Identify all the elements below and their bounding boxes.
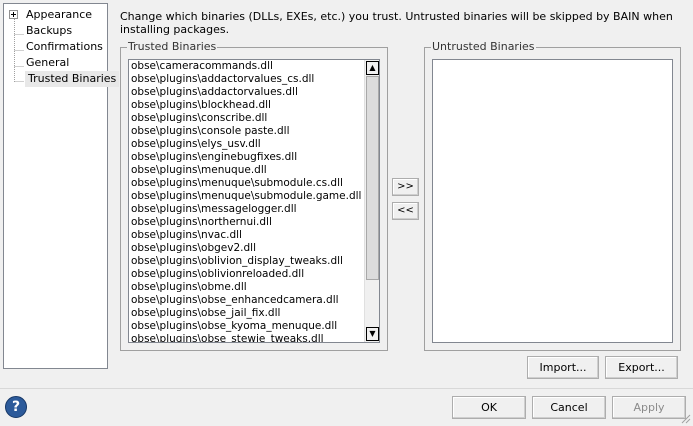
expand-icon[interactable]: [9, 10, 18, 19]
trusted-binary-item[interactable]: obse\plugins\obme.dll: [129, 281, 379, 294]
export-button[interactable]: Export...: [605, 356, 678, 379]
trusted-binary-item[interactable]: obse\plugins\messagelogger.dll: [129, 203, 379, 216]
trusted-binary-item[interactable]: obse\plugins\conscribe.dll: [129, 112, 379, 125]
trusted-binary-item[interactable]: obse\plugins\obse_kyoma_menuque.dll: [129, 320, 379, 333]
tree-item-backups[interactable]: Backups: [26, 23, 72, 39]
tree-item-general[interactable]: General: [26, 55, 69, 71]
untrusted-binaries-label: Untrusted Binaries: [431, 40, 536, 54]
trusted-binary-item[interactable]: obse\plugins\addactorvalues_cs.dll: [129, 73, 379, 86]
trusted-list-scrollbar[interactable]: ▲ ▼: [364, 60, 379, 342]
trusted-items-container: obse\cameracommands.dll obse\plugins\adda…: [129, 60, 379, 342]
trusted-binary-item[interactable]: obse\plugins\oblivion_display_tweaks.dll: [129, 255, 379, 268]
move-to-untrusted-button[interactable]: >>: [392, 178, 419, 196]
scroll-down-arrow-icon[interactable]: ▼: [366, 327, 379, 341]
tree-item-appearance[interactable]: Appearance: [26, 7, 92, 23]
resize-grip-icon[interactable]: [681, 414, 691, 424]
trusted-binary-item[interactable]: obse\plugins\enginebugfixes.dll: [129, 151, 379, 164]
page-description: Change which binaries (DLLs, EXEs, etc.)…: [120, 10, 673, 36]
trusted-binary-item[interactable]: obse\plugins\obse_stewie_tweaks.dll: [129, 333, 379, 342]
trusted-binary-item[interactable]: obse\plugins\oblivionreloaded.dll: [129, 268, 379, 281]
trusted-binary-item[interactable]: obse\plugins\blockhead.dll: [129, 99, 379, 112]
help-icon[interactable]: ?: [5, 396, 27, 418]
tree-item-confirmations[interactable]: Confirmations: [26, 39, 103, 55]
footer-separator: [0, 388, 693, 389]
move-to-trusted-button[interactable]: <<: [392, 202, 419, 220]
trusted-binary-item[interactable]: obse\plugins\elys_usv.dll: [129, 138, 379, 151]
import-button[interactable]: Import...: [527, 356, 599, 379]
trusted-binary-item[interactable]: obse\plugins\menuque.dll: [129, 164, 379, 177]
trusted-binary-item[interactable]: obse\plugins\menuque\submodule.cs.dll: [129, 177, 379, 190]
trusted-binary-item[interactable]: obse\plugins\addactorvalues.dll: [129, 86, 379, 99]
scroll-thumb[interactable]: [366, 76, 379, 280]
untrusted-binaries-list[interactable]: [432, 59, 673, 343]
ok-button[interactable]: OK: [452, 396, 526, 419]
cancel-button[interactable]: Cancel: [532, 396, 606, 419]
trusted-binary-item[interactable]: obse\plugins\obgev2.dll: [129, 242, 379, 255]
apply-button[interactable]: Apply: [612, 396, 686, 419]
untrusted-binaries-group: Untrusted Binaries: [424, 40, 681, 351]
trusted-binary-item[interactable]: obse\plugins\nvac.dll: [129, 229, 379, 242]
trusted-binary-item[interactable]: obse\plugins\console paste.dll: [129, 125, 379, 138]
trusted-binary-item[interactable]: obse\plugins\obse_jail_fix.dll: [129, 307, 379, 320]
tree-item-trusted-binaries[interactable]: Trusted Binaries: [25, 71, 120, 87]
trusted-binaries-label: Trusted Binaries: [127, 40, 218, 54]
trusted-binaries-list[interactable]: obse\cameracommands.dll obse\plugins\adda…: [128, 59, 380, 343]
trusted-binary-item[interactable]: obse\plugins\obse_enhancedcamera.dll: [129, 294, 379, 307]
scroll-up-arrow-icon[interactable]: ▲: [366, 61, 379, 75]
settings-tree[interactable]: Appearance Backups Confirmations General…: [3, 3, 120, 369]
trusted-binary-item[interactable]: obse\cameracommands.dll: [129, 60, 379, 73]
trusted-binary-item[interactable]: obse\plugins\northernui.dll: [129, 216, 379, 229]
trusted-binaries-group: Trusted Binaries obse\cameracommands.dll…: [120, 40, 388, 351]
trusted-binary-item[interactable]: obse\plugins\menuque\submodule.game.dll: [129, 190, 379, 203]
